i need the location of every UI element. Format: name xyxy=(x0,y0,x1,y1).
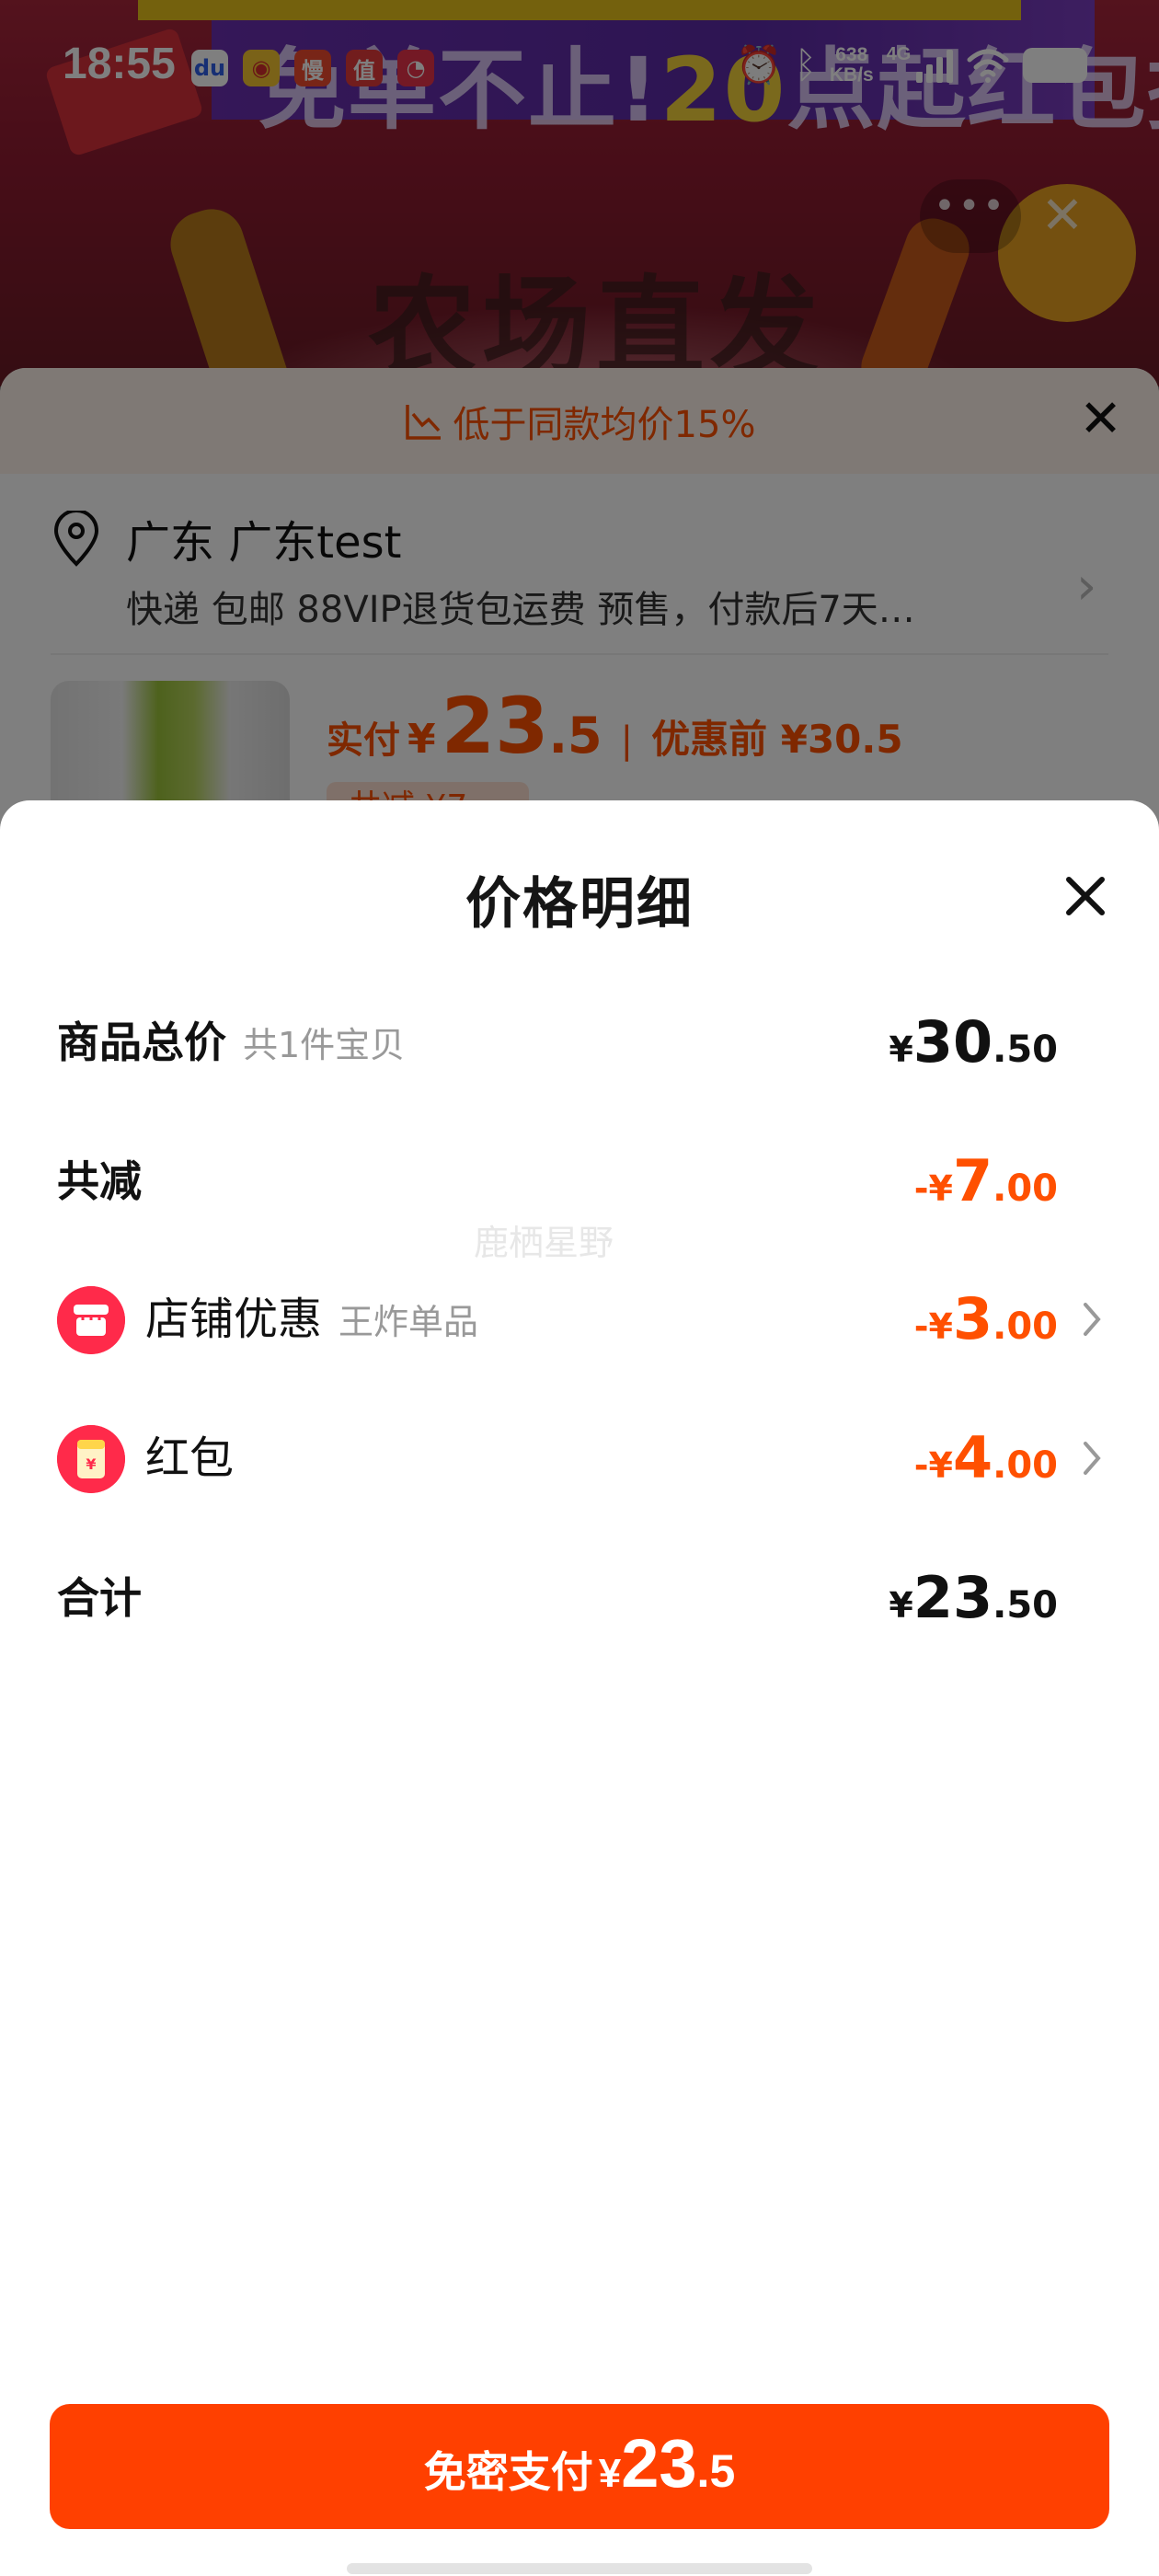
sum-amount: ¥23.50 xyxy=(889,1561,1058,1650)
row-total-price: 商品总价 共1件宝贝 ¥30.50 xyxy=(57,1006,1106,1079)
pay-button-int: 23 xyxy=(621,2425,697,2501)
red-packet-prefix: -¥ xyxy=(913,1445,953,1486)
reduction-label: 共减 xyxy=(57,1156,142,1206)
store-discount-label-text: 店铺优惠 xyxy=(145,1294,323,1345)
modal-title: 价格明细 xyxy=(465,872,694,937)
sum-label: 合计 xyxy=(57,1573,142,1623)
total-price-currency: ¥ xyxy=(889,1029,913,1070)
store-icon xyxy=(57,1286,125,1354)
row-sum: 合计 ¥23.50 xyxy=(57,1561,1106,1635)
total-price-amount: ¥30.50 xyxy=(889,1006,1058,1094)
pay-button-currency: ¥ xyxy=(598,2451,622,2496)
store-discount-dec: .00 xyxy=(993,1305,1058,1348)
red-packet-dec: .00 xyxy=(993,1444,1058,1487)
reduction-dec: .00 xyxy=(993,1167,1058,1210)
store-discount-int: 3 xyxy=(953,1285,993,1352)
sum-currency: ¥ xyxy=(889,1585,913,1626)
red-packet-label: 红包 xyxy=(145,1432,235,1484)
store-discount-label: 店铺优惠 王炸单品 xyxy=(145,1282,478,1359)
pay-button-dec: .5 xyxy=(696,2445,736,2497)
watermark: 鹿栖星野 xyxy=(474,1223,614,1263)
store-discount-amount: -¥3.00 xyxy=(914,1282,1058,1371)
total-price-int: 30 xyxy=(912,1008,993,1075)
sum-dec: .50 xyxy=(993,1584,1058,1627)
chevron-right-icon xyxy=(1084,1442,1101,1475)
reduction-prefix: -¥ xyxy=(913,1168,953,1209)
total-price-dec: .50 xyxy=(993,1029,1058,1071)
price-detail-modal: 价格明细 鹿栖星野 商品总价 共1件宝贝 ¥30.50 共减 -¥7.00 店铺优… xyxy=(0,800,1159,2576)
total-price-label-text: 商品总价 xyxy=(57,1018,226,1067)
row-reduction: 共减 -¥7.00 xyxy=(57,1144,1106,1218)
red-packet-amount: -¥4.00 xyxy=(914,1421,1058,1510)
home-indicator[interactable] xyxy=(347,2563,812,2574)
pay-button-label: 免密支付 xyxy=(423,2448,593,2496)
store-discount-prefix: -¥ xyxy=(913,1306,953,1347)
sum-int: 23 xyxy=(912,1564,993,1631)
reduction-int: 7 xyxy=(953,1147,993,1214)
row-red-packet[interactable]: ¥ 红包 -¥4.00 xyxy=(57,1421,1106,1495)
svg-text:¥: ¥ xyxy=(86,1455,96,1473)
reduction-amount: -¥7.00 xyxy=(914,1144,1058,1233)
red-packet-icon: ¥ xyxy=(57,1425,125,1493)
store-discount-sub: 王炸单品 xyxy=(339,1302,479,1342)
close-icon[interactable] xyxy=(1056,867,1115,926)
pay-button[interactable]: 免密支付 ¥ 23 .5 xyxy=(50,2404,1109,2529)
red-packet-int: 4 xyxy=(953,1424,993,1491)
row-store-discount[interactable]: 店铺优惠 王炸单品 -¥3.00 xyxy=(57,1282,1106,1356)
total-price-label: 商品总价 共1件宝贝 xyxy=(57,1006,405,1082)
chevron-right-icon xyxy=(1084,1303,1101,1336)
item-count: 共1件宝贝 xyxy=(243,1025,406,1065)
